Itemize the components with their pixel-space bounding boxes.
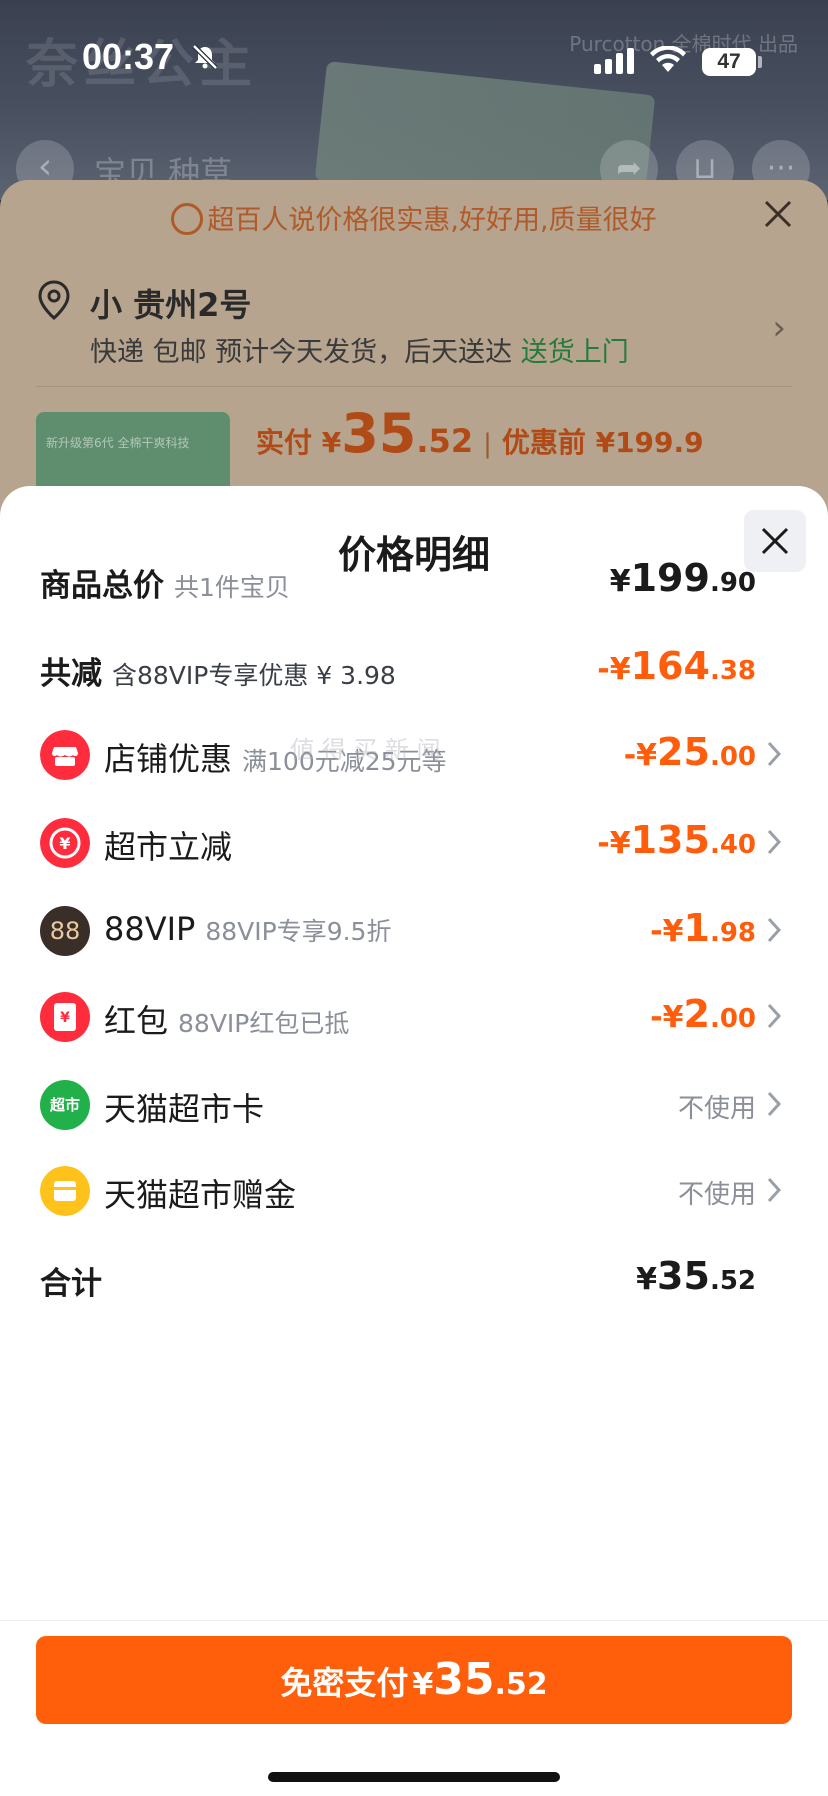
row-label: 超市立减 (104, 828, 233, 866)
price-detail-modal: 价格明细 商品总价 共1件宝贝 ¥199.90 共减 含88VIP专享优惠 ¥ 3.… (0, 486, 828, 1796)
row-amount: -¥135.40 (597, 818, 756, 862)
pay-button[interactable]: 免密支付 ¥35.52 (36, 1636, 792, 1724)
review-notice: 超百人说价格很实惠,好好用,质量很好 (0, 198, 828, 237)
wifi-icon (650, 46, 686, 72)
row-supermarket-discount[interactable]: ¥ 超市立减 -¥135.40 (0, 804, 828, 884)
row-label: 店铺优惠 满100元减25元等 (104, 740, 447, 778)
vip-icon: 88 (40, 906, 90, 956)
row-amount: ¥199.90 (609, 556, 756, 600)
chevron-right-icon (767, 741, 782, 767)
row-amount: -¥25.00 (623, 730, 756, 774)
row-status: 不使用 (677, 1094, 756, 1124)
battery-tip (758, 56, 762, 68)
row-88vip[interactable]: 88 88VIP 88VIP专享9.5折 -¥1.98 (0, 892, 828, 972)
chevron-right-icon (767, 917, 782, 943)
supermarket-card-icon: 超市 (40, 1080, 90, 1130)
svg-text:¥: ¥ (59, 834, 70, 853)
order-confirm-sheet: 超百人说价格很实惠,好好用,质量很好 小 贵州2号 快递 包邮 预计今天发货，后… (0, 180, 828, 522)
row-supermarket-card[interactable]: 超市 天猫超市卡 不使用 (0, 1066, 828, 1146)
store-icon (40, 730, 90, 780)
home-indicator[interactable] (268, 1772, 560, 1782)
row-store-discount[interactable]: 店铺优惠 满100元减25元等 -¥25.00 (0, 716, 828, 796)
row-red-envelope[interactable]: ¥ 红包 88VIP红包已抵 -¥2.00 (0, 978, 828, 1058)
chevron-right-icon[interactable]: › (772, 308, 786, 348)
delivery-info: 快递 包邮 预计今天发货，后天送达 送货上门 (90, 337, 629, 368)
discount-icon: ¥ (40, 818, 90, 868)
row-amount: ¥35.52 (636, 1254, 756, 1298)
pay-summary: 实付 ¥35.52 | 优惠前 ¥199.9 (256, 402, 704, 465)
close-icon[interactable] (762, 198, 794, 230)
chevron-right-icon (767, 1003, 782, 1029)
chevron-right-icon (767, 829, 782, 855)
row-total-discount: 共减 含88VIP专享优惠 ¥ 3.98 -¥164.38 (0, 630, 828, 710)
address-name[interactable]: 小 贵州2号 (90, 280, 251, 326)
chevron-right-icon (767, 1091, 782, 1117)
row-amount: -¥164.38 (597, 644, 756, 688)
row-label: 红包 88VIP红包已抵 (104, 1002, 350, 1040)
gift-money-icon (40, 1166, 90, 1216)
row-amount: -¥2.00 (650, 992, 756, 1036)
row-label: 88VIP 88VIP专享9.5折 (104, 910, 392, 948)
chat-bubble-icon (171, 203, 204, 235)
row-label: 商品总价 共1件宝贝 (40, 568, 290, 604)
divider (36, 386, 792, 387)
row-label: 天猫超市赠金 (104, 1176, 297, 1214)
row-gift-money[interactable]: 天猫超市赠金 不使用 (0, 1152, 828, 1232)
row-label: 共减 含88VIP专享优惠 ¥ 3.98 (40, 656, 396, 692)
cellular-signal-icon (594, 48, 634, 74)
silent-bell-icon (192, 44, 218, 70)
divider (0, 1620, 828, 1621)
row-grand-total: 合计 ¥35.52 (0, 1240, 828, 1320)
row-label: 合计 (40, 1266, 102, 1302)
row-label: 天猫超市卡 (104, 1090, 265, 1128)
row-goods-total: 商品总价 共1件宝贝 ¥199.90 (0, 542, 828, 622)
red-envelope-icon: ¥ (40, 992, 90, 1042)
row-amount: -¥1.98 (650, 906, 756, 950)
status-time: 00:37 (82, 36, 175, 77)
chevron-right-icon (767, 1177, 782, 1203)
location-pin-icon (38, 280, 70, 320)
battery-icon: 47 (702, 48, 756, 76)
row-status: 不使用 (677, 1180, 756, 1210)
